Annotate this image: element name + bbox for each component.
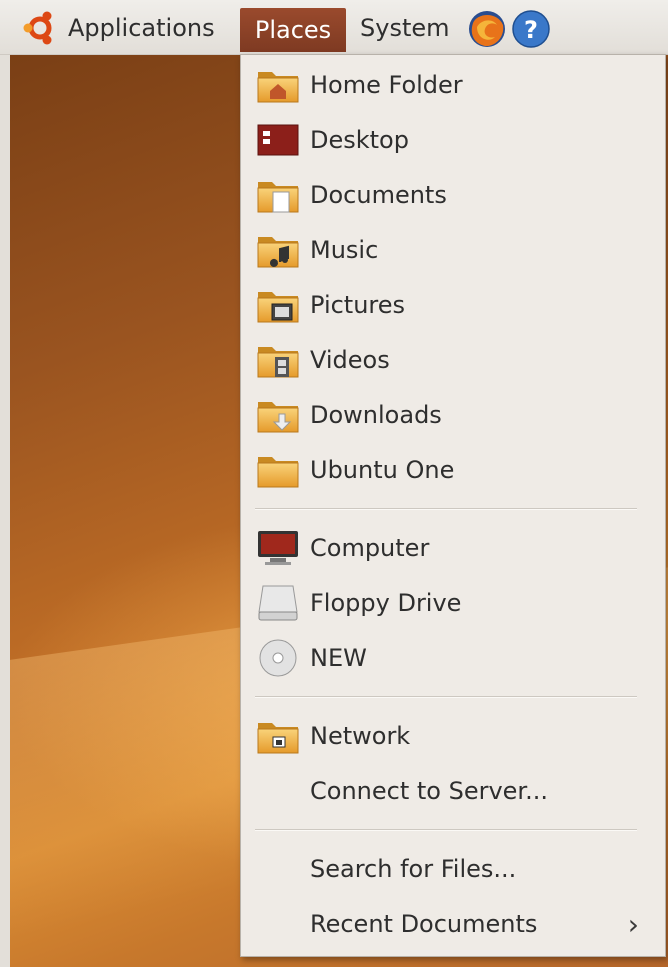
- menu-item-network[interactable]: Network: [241, 710, 665, 762]
- music-folder-icon: [255, 229, 301, 271]
- applications-label: Applications: [68, 14, 215, 42]
- menu-item-downloads[interactable]: Downloads: [241, 389, 665, 441]
- menu-item-label: Connect to Server...: [310, 777, 548, 805]
- menu-item-computer[interactable]: Computer: [241, 522, 665, 574]
- menu-item-documents[interactable]: Documents: [241, 169, 665, 221]
- menu-item-label: Desktop: [310, 126, 409, 154]
- floppy-drive-icon: [258, 585, 298, 621]
- applications-menu[interactable]: Applications: [20, 8, 215, 48]
- menu-item-label: Pictures: [310, 291, 406, 319]
- desktop-icon: [257, 124, 299, 156]
- top-panel: Applications Places System ?: [0, 0, 668, 55]
- menu-separator: [255, 508, 637, 510]
- menu-separator: [255, 829, 637, 831]
- menu-item-label: Ubuntu One: [310, 456, 455, 484]
- pictures-folder-icon: [255, 284, 301, 326]
- menu-item-recent-documents[interactable]: Recent Documents ›: [241, 898, 665, 950]
- menu-item-label: Documents: [310, 181, 447, 209]
- folder-icon: [255, 449, 301, 491]
- videos-folder-icon: [255, 339, 301, 381]
- menu-item-label: Music: [310, 236, 379, 264]
- help-icon[interactable]: ?: [511, 9, 551, 49]
- firefox-icon[interactable]: [467, 9, 507, 49]
- cd-drive-icon: [259, 639, 297, 677]
- menu-item-desktop[interactable]: Desktop: [241, 114, 665, 166]
- network-folder-icon: [255, 715, 301, 757]
- menu-item-music[interactable]: Music: [241, 224, 665, 276]
- places-label: Places: [254, 16, 332, 44]
- menu-item-ubuntu-one[interactable]: Ubuntu One: [241, 444, 665, 496]
- menu-item-connect-to-server[interactable]: Connect to Server...: [241, 765, 665, 817]
- menu-item-label: NEW: [310, 644, 367, 672]
- submenu-arrow-icon: ›: [627, 907, 639, 941]
- places-dropdown-menu: Home Folder Desktop Documents Music Pict…: [240, 54, 666, 957]
- menu-item-label: Downloads: [310, 401, 442, 429]
- documents-folder-icon: [255, 174, 301, 213]
- menu-item-floppy-drive[interactable]: Floppy Drive: [241, 577, 665, 629]
- svg-text:?: ?: [524, 16, 538, 44]
- menu-item-label: Recent Documents: [310, 910, 538, 938]
- menu-item-videos[interactable]: Videos: [241, 334, 665, 386]
- places-menu-button[interactable]: Places: [240, 8, 346, 52]
- menu-item-label: Home Folder: [310, 71, 463, 99]
- menu-item-home-folder[interactable]: Home Folder: [241, 59, 665, 111]
- computer-icon: [258, 531, 298, 565]
- menu-item-label: Videos: [310, 346, 390, 374]
- menu-item-label: Floppy Drive: [310, 589, 462, 617]
- ubuntu-logo-icon: [23, 11, 52, 45]
- menu-item-label: Computer: [310, 534, 430, 562]
- menu-item-search-for-files[interactable]: Search for Files...: [241, 843, 665, 895]
- home-folder-icon: [255, 64, 301, 106]
- downloads-folder-icon: [255, 394, 301, 436]
- system-label: System: [360, 14, 450, 42]
- system-menu[interactable]: System: [360, 8, 450, 48]
- menu-item-label: Network: [310, 722, 411, 750]
- menu-item-pictures[interactable]: Pictures: [241, 279, 665, 331]
- menu-separator: [255, 696, 637, 698]
- menu-item-label: Search for Files...: [310, 855, 517, 883]
- menu-item-new-disc[interactable]: NEW: [241, 632, 665, 684]
